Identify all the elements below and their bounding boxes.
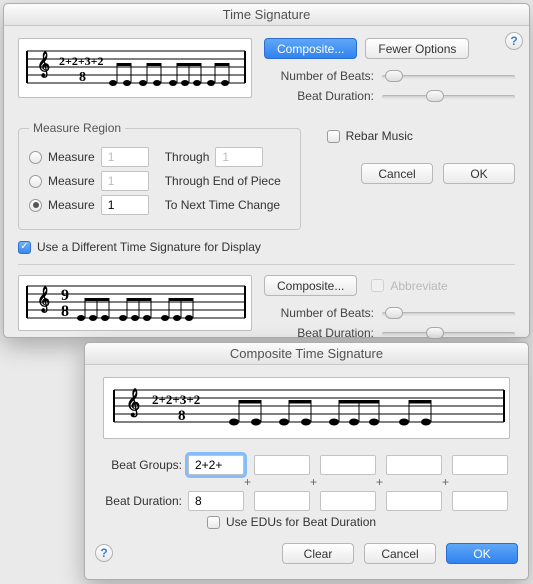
num-beats-slider[interactable] <box>382 69 515 83</box>
num-beats-label: Number of Beats: <box>264 69 374 83</box>
to-next-change-label: To Next Time Change <box>165 198 280 212</box>
plus-icon: + <box>442 475 449 489</box>
window-title: Composite Time Signature <box>85 343 528 365</box>
display-num-beats-label: Number of Beats: <box>264 306 374 320</box>
svg-text:2+2+3+2: 2+2+3+2 <box>59 54 104 68</box>
svg-text:9: 9 <box>61 287 69 304</box>
abbreviate-label: Abbreviate <box>390 279 447 293</box>
radio-measure-end[interactable] <box>29 175 42 188</box>
rebar-checkbox[interactable] <box>327 130 340 143</box>
beat-group-input-4[interactable] <box>386 455 442 475</box>
window-title: Time Signature <box>4 4 529 26</box>
beat-duration-input-1[interactable] <box>188 491 244 511</box>
plus-icon: + <box>244 475 251 489</box>
ok-button[interactable]: OK <box>443 163 515 184</box>
beat-group-input-3[interactable] <box>320 455 376 475</box>
beat-duration-slider[interactable] <box>382 89 515 103</box>
measure-label: Measure <box>48 150 95 164</box>
composite-time-signature-window: Composite Time Signature 𝄞 2+2+3+2 8 <box>84 342 529 580</box>
composite-button[interactable]: Composite... <box>264 38 357 59</box>
beat-group-input-1[interactable] <box>188 455 244 475</box>
through-label: Through <box>165 150 210 164</box>
beat-duration-input-4[interactable] <box>386 491 442 511</box>
svg-text:8: 8 <box>178 408 186 424</box>
rebar-label: Rebar Music <box>346 129 413 143</box>
svg-text:2+2+3+2: 2+2+3+2 <box>152 392 200 407</box>
measure-region-fieldset: Measure Region Measure Through Measure T… <box>18 121 301 230</box>
beat-duration-input-5[interactable] <box>452 491 508 511</box>
use-different-ts-checkbox[interactable] <box>18 241 31 254</box>
abbreviate-checkbox <box>371 279 384 292</box>
measure-through-input[interactable] <box>215 147 263 167</box>
radio-measure-through[interactable] <box>29 151 42 164</box>
beat-duration-input-2[interactable] <box>254 491 310 511</box>
measure-from-input-1[interactable] <box>101 147 149 167</box>
use-edus-label: Use EDUs for Beat Duration <box>226 515 376 529</box>
use-different-ts-label: Use a Different Time Signature for Displ… <box>37 240 261 254</box>
main-preview: 𝄞 2+2+3+2 8 <box>18 38 252 98</box>
measure-from-input-3[interactable] <box>101 195 149 215</box>
plus-icon: + <box>376 475 383 489</box>
composite-preview: 𝄞 2+2+3+2 8 <box>103 377 510 439</box>
help-button[interactable]: ? <box>505 32 523 50</box>
display-beat-duration-slider[interactable] <box>382 326 515 340</box>
display-composite-button[interactable]: Composite... <box>264 275 357 296</box>
help-button[interactable]: ? <box>95 544 113 562</box>
time-signature-window: Time Signature ? 𝄞 2+2+3+2 8 <box>3 3 530 338</box>
cancel-button[interactable]: Cancel <box>364 543 436 564</box>
use-edus-checkbox[interactable] <box>207 516 220 529</box>
svg-text:8: 8 <box>79 70 86 85</box>
cancel-button[interactable]: Cancel <box>361 163 433 184</box>
separator <box>18 264 515 265</box>
beat-group-input-2[interactable] <box>254 455 310 475</box>
through-end-label: Through End of Piece <box>165 174 281 188</box>
display-beat-duration-label: Beat Duration: <box>264 326 374 340</box>
beat-groups-label: Beat Groups: <box>105 458 182 472</box>
clear-button[interactable]: Clear <box>282 543 354 564</box>
measure-label: Measure <box>48 198 95 212</box>
measure-from-input-2[interactable] <box>101 171 149 191</box>
measure-label: Measure <box>48 174 95 188</box>
plus-icon: + <box>310 475 317 489</box>
beat-duration-label: Beat Duration: <box>264 89 374 103</box>
measure-region-legend: Measure Region <box>29 121 125 135</box>
beat-duration-input-3[interactable] <box>320 491 376 511</box>
svg-text:8: 8 <box>61 303 69 320</box>
ok-button[interactable]: OK <box>446 543 518 564</box>
svg-text:𝄞: 𝄞 <box>37 50 50 78</box>
svg-text:𝄞: 𝄞 <box>37 285 50 313</box>
fewer-options-button[interactable]: Fewer Options <box>365 38 469 59</box>
display-preview: 𝄞 9 8 <box>18 275 252 331</box>
svg-text:𝄞: 𝄞 <box>126 388 140 418</box>
display-num-beats-slider[interactable] <box>382 306 515 320</box>
beat-group-input-5[interactable] <box>452 455 508 475</box>
radio-measure-next-change[interactable] <box>29 199 42 212</box>
beat-duration-label: Beat Duration: <box>105 494 182 508</box>
